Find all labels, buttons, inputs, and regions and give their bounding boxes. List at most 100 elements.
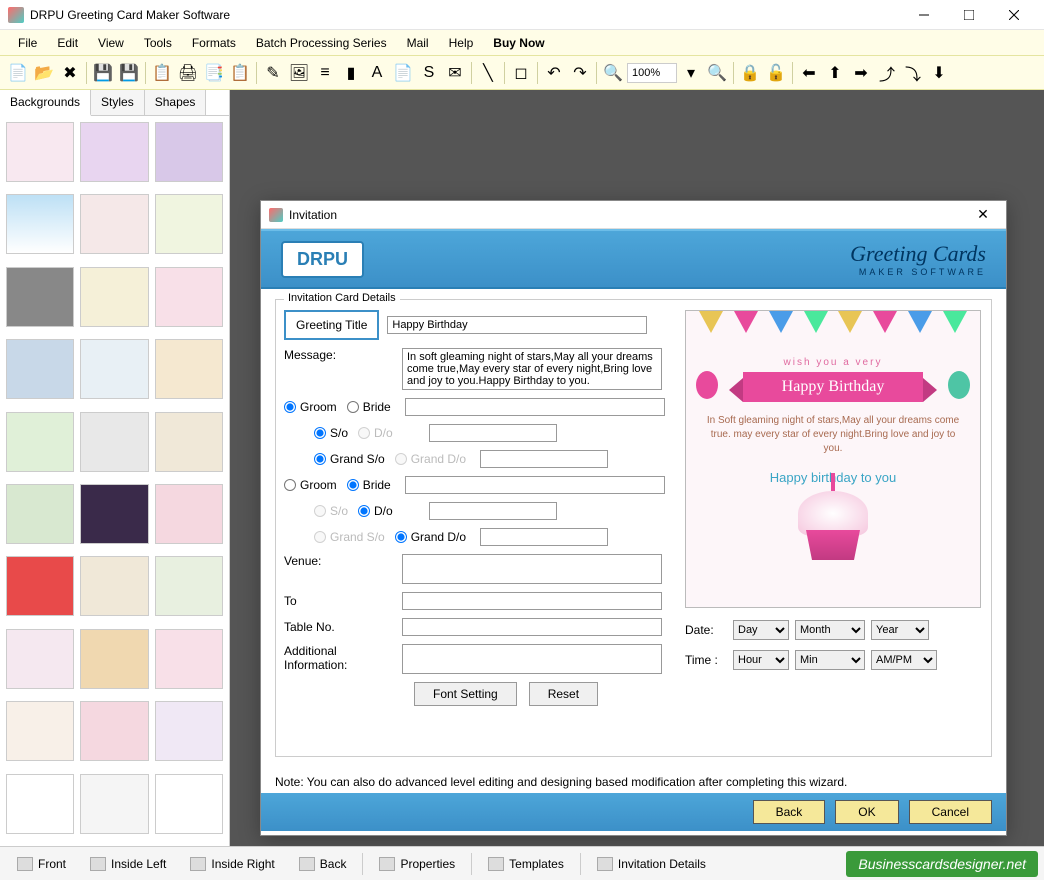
bride1-radio[interactable] — [347, 401, 359, 413]
pen-icon[interactable]: ✎ — [261, 61, 285, 85]
bg-thumb[interactable] — [6, 556, 74, 616]
groom2-radio[interactable] — [284, 479, 296, 491]
bg-thumb[interactable] — [80, 556, 148, 616]
maximize-button[interactable] — [946, 0, 991, 30]
message-textarea[interactable]: In soft gleaming night of stars,May all … — [402, 348, 662, 390]
bg-thumb[interactable] — [80, 339, 148, 399]
to-input[interactable] — [402, 592, 662, 610]
groom1-input[interactable] — [405, 398, 665, 416]
bg-thumb[interactable] — [6, 412, 74, 472]
granddo2-input[interactable] — [480, 528, 608, 546]
reset-button[interactable]: Reset — [529, 682, 598, 706]
new-icon[interactable]: 📄 — [6, 61, 30, 85]
line-icon[interactable]: ╲ — [476, 61, 500, 85]
open-icon[interactable]: 📂 — [32, 61, 56, 85]
save-icon[interactable]: 💾 — [91, 61, 115, 85]
bg-thumb[interactable] — [80, 701, 148, 761]
bg-thumb[interactable] — [6, 339, 74, 399]
bg-thumb[interactable] — [6, 774, 74, 834]
zoomin-icon[interactable]: 🔍 — [601, 61, 625, 85]
bride2-input[interactable] — [405, 476, 665, 494]
mail-icon[interactable]: ✉ — [443, 61, 467, 85]
bg-thumb[interactable] — [155, 194, 223, 254]
print-icon[interactable]: 🖨 — [176, 61, 200, 85]
bg-thumb[interactable] — [155, 412, 223, 472]
bg-thumb[interactable] — [155, 629, 223, 689]
background-grid[interactable] — [0, 116, 229, 846]
venue-textarea[interactable] — [402, 554, 662, 584]
tab-inside-left[interactable]: Inside Left — [79, 851, 177, 877]
cancel-button[interactable]: Cancel — [909, 800, 992, 824]
barcode-icon[interactable]: ▮ — [339, 61, 363, 85]
bg-thumb[interactable] — [6, 194, 74, 254]
menu-view[interactable]: View — [88, 32, 134, 54]
menu-file[interactable]: File — [8, 32, 47, 54]
bg-thumb[interactable] — [80, 122, 148, 182]
tab-backgrounds[interactable]: Backgrounds — [0, 90, 91, 116]
tab-inside-right[interactable]: Inside Right — [179, 851, 285, 877]
tab-properties[interactable]: Properties — [368, 851, 466, 877]
ok-button[interactable]: OK — [835, 800, 898, 824]
hour-select[interactable]: Hour — [733, 650, 789, 670]
bg-thumb[interactable] — [6, 629, 74, 689]
arrow-up-icon[interactable]: ⬆ — [823, 61, 847, 85]
arrow-right-icon[interactable]: ➡ — [849, 61, 873, 85]
redo-icon[interactable]: ↷ — [568, 61, 592, 85]
day-select[interactable]: Day — [733, 620, 789, 640]
bg-thumb[interactable] — [80, 629, 148, 689]
shape-icon[interactable]: ◻ — [509, 61, 533, 85]
saveall-icon[interactable]: 💾 — [117, 61, 141, 85]
bg-thumb[interactable] — [155, 774, 223, 834]
min-select[interactable]: Min — [795, 650, 865, 670]
tab-shapes[interactable]: Shapes — [145, 90, 207, 115]
delete-icon[interactable]: ✖ — [58, 61, 82, 85]
text-icon[interactable]: A — [365, 61, 389, 85]
arrow-bottom-icon[interactable]: ⤵ — [901, 61, 925, 85]
bg-thumb[interactable] — [155, 339, 223, 399]
arrow-down-icon[interactable]: ⬇ — [927, 61, 951, 85]
do2-input[interactable] — [429, 502, 557, 520]
doc-icon[interactable]: 📄 — [391, 61, 415, 85]
so1-input[interactable] — [429, 424, 557, 442]
dialog-close-button[interactable]: ✕ — [968, 206, 998, 223]
bg-thumb[interactable] — [80, 194, 148, 254]
month-select[interactable]: Month — [795, 620, 865, 640]
bg-thumb[interactable] — [155, 267, 223, 327]
bg-thumb[interactable] — [80, 267, 148, 327]
bg-thumb[interactable] — [80, 484, 148, 544]
tab-templates[interactable]: Templates — [477, 851, 575, 877]
unlock-icon[interactable]: 🔓 — [764, 61, 788, 85]
ampm-select[interactable]: AM/PM — [871, 650, 937, 670]
zoomout-icon[interactable]: 🔍 — [705, 61, 729, 85]
tableno-input[interactable] — [402, 618, 662, 636]
bg-thumb[interactable] — [80, 774, 148, 834]
menu-edit[interactable]: Edit — [47, 32, 88, 54]
menu-help[interactable]: Help — [439, 32, 484, 54]
lock-icon[interactable]: 🔒 — [738, 61, 762, 85]
granddo2-radio[interactable] — [395, 531, 407, 543]
bg-thumb[interactable] — [6, 484, 74, 544]
grandso1-radio[interactable] — [314, 453, 326, 465]
paste-icon[interactable]: 📋 — [228, 61, 252, 85]
groom1-radio[interactable] — [284, 401, 296, 413]
year-select[interactable]: Year — [871, 620, 929, 640]
bg-thumb[interactable] — [6, 267, 74, 327]
tab-back[interactable]: Back — [288, 851, 358, 877]
bride2-radio[interactable] — [347, 479, 359, 491]
undo-icon[interactable]: ↶ — [542, 61, 566, 85]
so1-radio[interactable] — [314, 427, 326, 439]
grandso1-input[interactable] — [480, 450, 608, 468]
menu-formats[interactable]: Formats — [182, 32, 246, 54]
image-icon[interactable]: 🖼 — [287, 61, 311, 85]
bg-thumb[interactable] — [80, 412, 148, 472]
bg-thumb[interactable] — [155, 556, 223, 616]
addinfo-textarea[interactable] — [402, 644, 662, 674]
menu-buynow[interactable]: Buy Now — [483, 32, 554, 54]
tab-invitation-details[interactable]: Invitation Details — [586, 851, 717, 877]
back-button[interactable]: Back — [753, 800, 826, 824]
clipboard-icon[interactable]: 📋 — [150, 61, 174, 85]
font-setting-button[interactable]: Font Setting — [414, 682, 517, 706]
bg-thumb[interactable] — [155, 122, 223, 182]
minimize-button[interactable] — [901, 0, 946, 30]
arrow-top-icon[interactable]: ⤴ — [875, 61, 899, 85]
